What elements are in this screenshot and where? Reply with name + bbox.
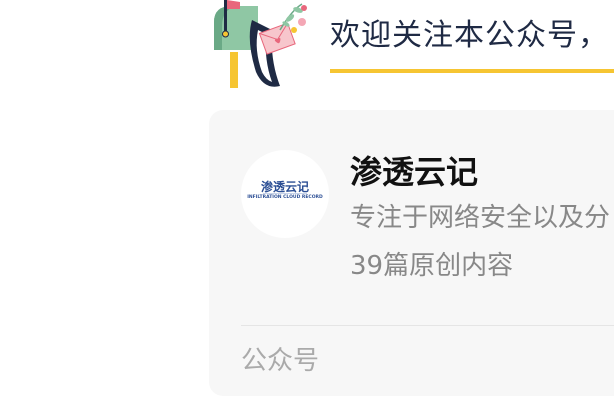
original-count: 39篇原创内容 xyxy=(350,251,514,281)
article-page: 欢迎关注本公众号， 渗透云记 INFILTRATION CLOUD RECORD… xyxy=(0,0,614,400)
card-divider xyxy=(241,325,614,326)
account-name: 渗透云记 xyxy=(350,153,479,191)
welcome-underline xyxy=(330,69,614,73)
card-footer-label: 公众号 xyxy=(241,346,320,376)
avatar[interactable]: 渗透云记 INFILTRATION CLOUD RECORD xyxy=(241,150,329,238)
account-description: 专注于网络安全以及分 xyxy=(350,203,611,233)
avatar-logo-divider xyxy=(263,193,307,194)
welcome-text: 欢迎关注本公众号， xyxy=(330,18,609,53)
mailbox-icon xyxy=(214,0,307,88)
avatar-logo-subtext: INFILTRATION CLOUD RECORD xyxy=(247,195,323,200)
avatar-logo-text: 渗透云记 xyxy=(260,180,309,194)
